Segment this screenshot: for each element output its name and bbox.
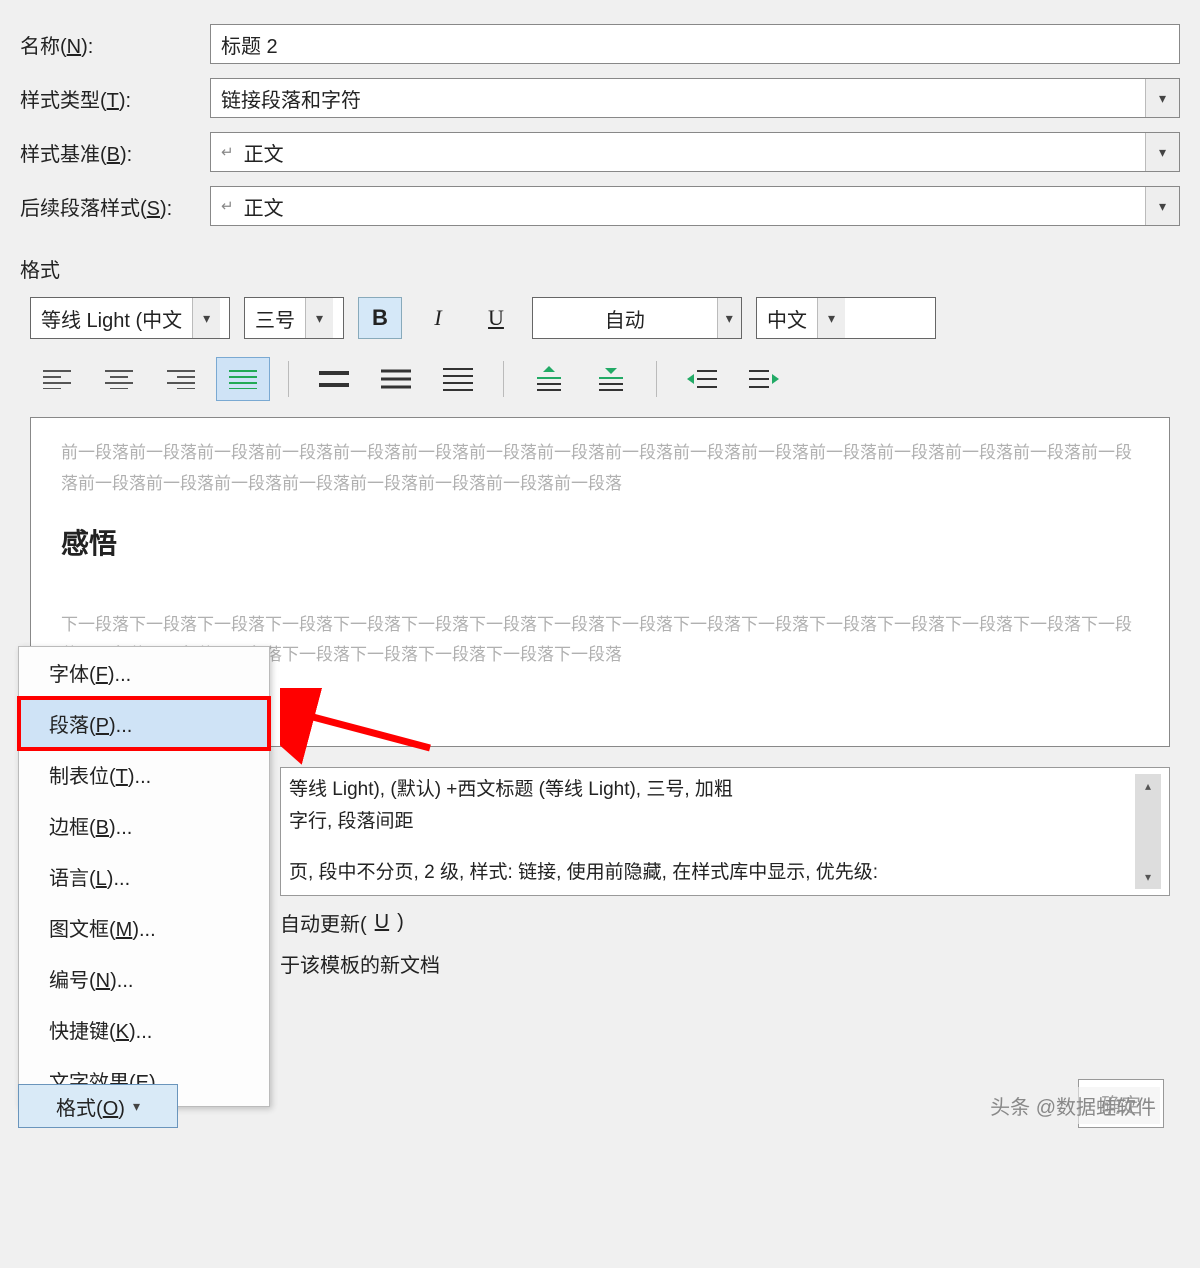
menu-frame[interactable]: 图文框(M)... [19, 902, 269, 953]
menu-border[interactable]: 边框(B)... [19, 800, 269, 851]
underline-button[interactable]: U [474, 297, 518, 339]
align-justify-icon[interactable] [216, 357, 270, 401]
following-label: 后续段落样式(S): [20, 192, 200, 221]
preview-prev-paragraph: 前一段落前一段落前一段落前一段落前一段落前一段落前一段落前一段落前一段落前一段落… [61, 438, 1139, 499]
menu-tabs[interactable]: 制表位(T)... [19, 749, 269, 800]
chevron-down-icon[interactable]: ▾ [1145, 187, 1179, 225]
separator [288, 361, 289, 397]
format-button[interactable]: 格式(O) ▾ [18, 1084, 178, 1128]
styletype-combo[interactable]: 链接段落和字符 ▾ [210, 78, 1180, 118]
separator [656, 361, 657, 397]
chevron-down-icon[interactable]: ▾ [1145, 79, 1179, 117]
styletype-label: 样式类型(T): [20, 84, 200, 113]
italic-button[interactable]: I [416, 297, 460, 339]
watermark: 头条 @数据蛙软件 [986, 1087, 1160, 1124]
indent-decrease-icon[interactable] [675, 357, 729, 401]
menu-language[interactable]: 语言(L)... [19, 851, 269, 902]
auto-update-checkbox[interactable]: 自动更新(U) [280, 908, 1180, 937]
menu-font[interactable]: 字体(F)... [19, 647, 269, 698]
name-input[interactable]: 标题 2 [210, 24, 1180, 64]
format-menu: 字体(F)... 段落(P)... 制表位(T)... 边框(B)... 语言(… [18, 646, 270, 1107]
following-combo[interactable]: ↵正文 ▾ [210, 186, 1180, 226]
lang-combo[interactable]: 中文 ▾ [756, 297, 936, 339]
chevron-down-icon[interactable]: ▾ [717, 298, 741, 338]
scroll-down-icon[interactable]: ▾ [1145, 867, 1151, 887]
linespacing-1-icon[interactable] [307, 357, 361, 401]
menu-paragraph[interactable]: 段落(P)... [19, 698, 269, 749]
space-before-increase-icon[interactable] [522, 357, 576, 401]
preview-title: 感悟 [61, 519, 1139, 569]
scrollbar[interactable]: ▴ ▾ [1135, 774, 1161, 889]
indent-increase-icon[interactable] [737, 357, 791, 401]
menu-numbering[interactable]: 编号(N)... [19, 953, 269, 1004]
size-combo[interactable]: 三号 ▾ [244, 297, 344, 339]
color-combo[interactable]: 自动 ▾ [532, 297, 742, 339]
name-label: 名称(N): [20, 30, 200, 59]
linespacing-2-icon[interactable] [431, 357, 485, 401]
template-doc-option[interactable]: 于该模板的新文档 [280, 949, 1180, 978]
description-box: 等线 Light), (默认) +西文标题 (等线 Light), 三号, 加粗… [280, 767, 1170, 896]
align-center-icon[interactable] [92, 357, 146, 401]
align-right-icon[interactable] [154, 357, 208, 401]
menu-shortcut[interactable]: 快捷键(K)... [19, 1004, 269, 1055]
format-section-title: 格式 [20, 254, 1180, 283]
align-left-icon[interactable] [30, 357, 84, 401]
font-combo[interactable]: 等线 Light (中文 ▾ [30, 297, 230, 339]
separator [503, 361, 504, 397]
linespacing-15-icon[interactable] [369, 357, 423, 401]
chevron-down-icon[interactable]: ▾ [192, 298, 220, 338]
chevron-down-icon[interactable]: ▾ [817, 298, 845, 338]
basedon-combo[interactable]: ↵正文 ▾ [210, 132, 1180, 172]
space-before-decrease-icon[interactable] [584, 357, 638, 401]
scroll-up-icon[interactable]: ▴ [1145, 776, 1151, 796]
bold-button[interactable]: B [358, 297, 402, 339]
chevron-down-icon[interactable]: ▾ [1145, 133, 1179, 171]
basedon-label: 样式基准(B): [20, 138, 200, 167]
chevron-down-icon[interactable]: ▾ [305, 298, 333, 338]
dropdown-icon: ▾ [133, 1098, 140, 1115]
